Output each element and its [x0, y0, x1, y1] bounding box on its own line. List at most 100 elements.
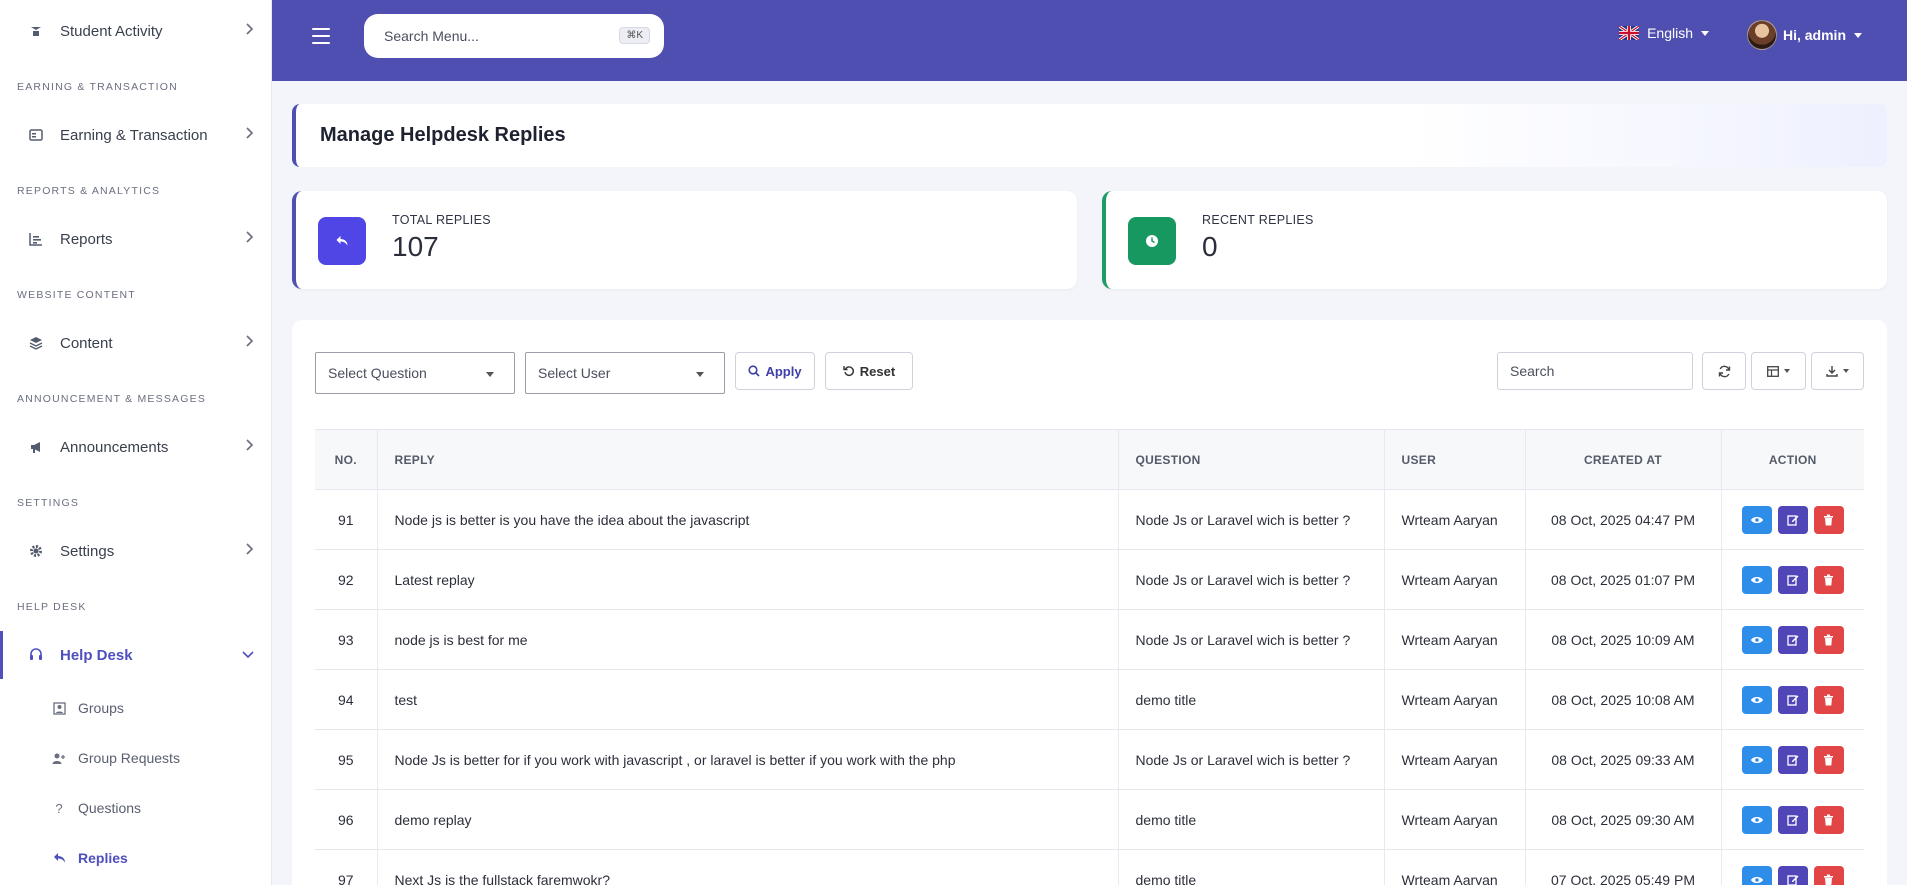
user-menu[interactable]: Hi, admin: [1746, 20, 1862, 50]
cell-action: [1721, 849, 1864, 885]
column-header-created-at[interactable]: CREATED AT: [1525, 429, 1722, 490]
trash-icon: [1824, 754, 1834, 765]
delete-button[interactable]: [1813, 805, 1844, 834]
sidebar-item-settings[interactable]: Settings: [0, 527, 271, 575]
trash-icon: [1824, 874, 1834, 885]
user-select[interactable]: Select User: [525, 352, 725, 394]
apply-button[interactable]: Apply: [735, 352, 815, 390]
edit-button[interactable]: [1777, 505, 1808, 534]
edit-icon: [1787, 514, 1799, 526]
view-button[interactable]: [1741, 685, 1772, 714]
cell-no: 92: [315, 549, 378, 610]
view-button[interactable]: [1741, 865, 1772, 885]
sidebar-item-reports[interactable]: Reports: [0, 215, 271, 263]
chevron-right-icon: [246, 542, 254, 560]
eye-icon: [1750, 696, 1763, 703]
table-row: 95 Node Js is better for if you work with…: [315, 729, 1864, 790]
edit-button[interactable]: [1777, 625, 1808, 654]
eye-icon: [1750, 516, 1763, 523]
uk-flag-icon: [1619, 26, 1640, 40]
language-dropdown[interactable]: English: [1619, 25, 1709, 41]
section-label: REPORTS & ANALYTICS: [17, 185, 161, 197]
view-button[interactable]: [1741, 805, 1772, 834]
column-header-user[interactable]: USER: [1384, 429, 1526, 490]
sidebar-item-label: Settings: [60, 542, 115, 560]
trash-icon: [1824, 814, 1834, 825]
edit-icon: [1787, 694, 1799, 706]
edit-icon: [1787, 874, 1799, 885]
view-button[interactable]: [1741, 625, 1772, 654]
stat-card-total-replies: TOTAL REPLIES 107: [292, 191, 1077, 289]
delete-button[interactable]: [1813, 865, 1844, 885]
caret-down-icon: [486, 372, 494, 377]
columns-toggle-button[interactable]: [1751, 352, 1806, 390]
table-row: 92 Latest replay Node Js or Laravel wich i…: [315, 549, 1864, 610]
view-button[interactable]: [1741, 505, 1772, 534]
sidebar-subitem-groups[interactable]: Groups: [0, 690, 271, 726]
clock-icon: [1128, 217, 1176, 265]
sidebar-item-label: Announcements: [60, 438, 169, 456]
view-button[interactable]: [1741, 565, 1772, 594]
column-header-action: ACTION: [1721, 429, 1864, 490]
column-header-no[interactable]: NO.: [315, 429, 378, 490]
caret-down-icon: [1854, 32, 1862, 38]
sidebar-subitem-label: Questions: [78, 800, 142, 816]
edit-button[interactable]: [1777, 805, 1808, 834]
edit-button[interactable]: [1777, 865, 1808, 885]
reset-button[interactable]: Reset: [825, 352, 913, 390]
language-label: English: [1647, 25, 1693, 41]
apply-label: Apply: [765, 363, 802, 379]
chevron-right-icon: [246, 22, 254, 40]
sidebar-item-earning[interactable]: Earning & Transaction: [0, 111, 271, 159]
edit-button[interactable]: [1777, 685, 1808, 714]
cell-user: Wrteam Aaryan: [1384, 489, 1526, 550]
export-button[interactable]: [1811, 352, 1864, 390]
reply-icon: [52, 851, 66, 865]
view-button[interactable]: [1741, 745, 1772, 774]
section-label: HELP DESK: [17, 601, 87, 613]
sidebar-subitem-group-requests[interactable]: Group Requests: [0, 740, 271, 776]
sidebar-item-student-activity[interactable]: Student Activity: [0, 7, 271, 55]
question-select[interactable]: Select Question: [315, 352, 515, 394]
user-select-value: Select User: [538, 365, 611, 381]
cell-created-at: 08 Oct, 2025 09:30 AM: [1525, 789, 1722, 850]
delete-button[interactable]: [1813, 625, 1844, 654]
menu-search-input[interactable]: Search Menu... ⌘K: [364, 14, 664, 58]
sidebar-subitem-replies[interactable]: Replies: [0, 840, 271, 876]
edit-icon: [1787, 634, 1799, 646]
trash-icon: [1824, 574, 1834, 585]
cell-reply: demo replay: [377, 789, 1119, 850]
cell-user: Wrteam Aaryan: [1384, 849, 1526, 885]
page-header: Manage Helpdesk Replies: [292, 104, 1887, 167]
cell-reply: test: [377, 669, 1119, 730]
sidebar-subitem-questions[interactable]: ? Questions: [0, 790, 271, 826]
gear-icon: [28, 543, 44, 559]
caret-down-icon: [1701, 30, 1709, 36]
sidebar-item-help-desk[interactable]: Help Desk: [0, 631, 271, 679]
section-label: SETTINGS: [17, 497, 80, 509]
stat-label: RECENT REPLIES: [1202, 213, 1314, 227]
cell-no: 96: [315, 789, 378, 850]
table-row: 91 Node js is better is you have the idea…: [315, 489, 1864, 550]
eye-icon: [1750, 756, 1763, 763]
delete-button[interactable]: [1813, 685, 1844, 714]
column-header-question[interactable]: QUESTION: [1118, 429, 1385, 490]
column-header-reply[interactable]: REPLY: [377, 429, 1119, 490]
table-search-input[interactable]: Search: [1497, 352, 1693, 390]
eye-icon: [1750, 576, 1763, 583]
edit-button[interactable]: [1777, 565, 1808, 594]
chevron-right-icon: [246, 334, 254, 352]
sidebar-item-announcements[interactable]: Announcements: [0, 423, 271, 471]
cell-action: [1721, 729, 1864, 790]
delete-button[interactable]: [1813, 745, 1844, 774]
table-row: 97 Next Js is the fullstack faremwokr? dem…: [315, 849, 1864, 885]
delete-button[interactable]: [1813, 565, 1844, 594]
refresh-button[interactable]: [1702, 352, 1746, 390]
edit-button[interactable]: [1777, 745, 1808, 774]
delete-button[interactable]: [1813, 505, 1844, 534]
sidebar-item-content[interactable]: Content: [0, 319, 271, 367]
sidebar-subitem-label: Replies: [78, 850, 128, 866]
edit-icon: [1787, 574, 1799, 586]
menu-toggle-icon[interactable]: [312, 28, 330, 44]
chevron-right-icon: [246, 230, 254, 248]
